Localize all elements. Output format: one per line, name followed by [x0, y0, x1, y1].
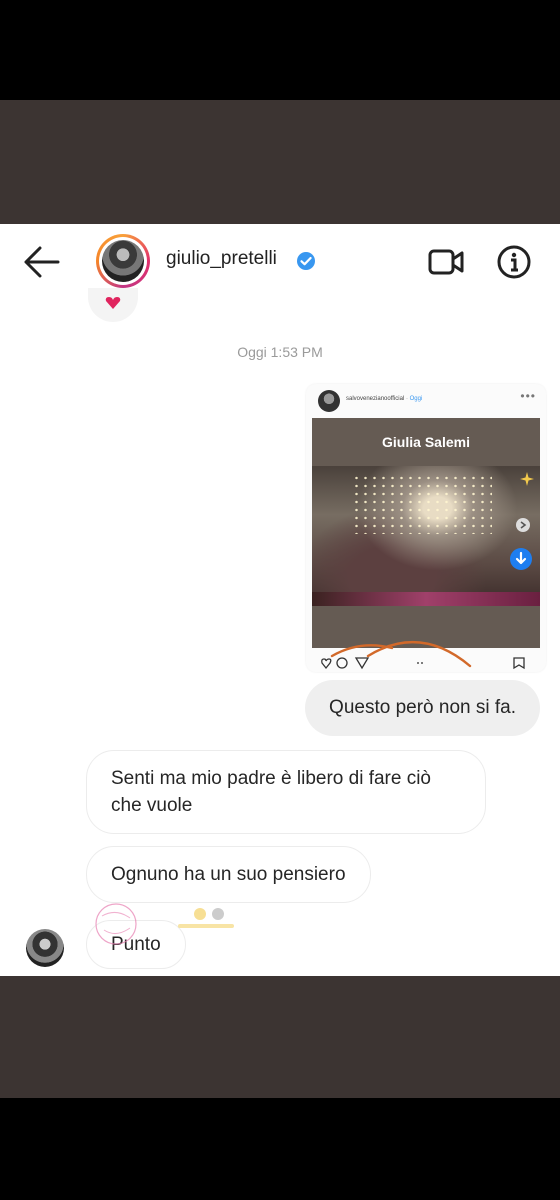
- dm-screen: giulio_pretelli Oggi 1:53 PM salvovenezi…: [0, 224, 560, 976]
- bottom-black-bar: [0, 1098, 560, 1200]
- bottom-letterbox: [0, 976, 560, 1098]
- watermark-logo: [95, 903, 234, 945]
- sent-message: Questo però non si fa.: [305, 680, 540, 736]
- sender-avatar[interactable]: [26, 929, 64, 967]
- received-message: Senti ma mio padre è libero di fare ciò …: [86, 750, 486, 834]
- top-black-bar: [0, 0, 560, 100]
- top-letterbox: [0, 100, 560, 224]
- orange-annotation-stroke: [330, 640, 472, 668]
